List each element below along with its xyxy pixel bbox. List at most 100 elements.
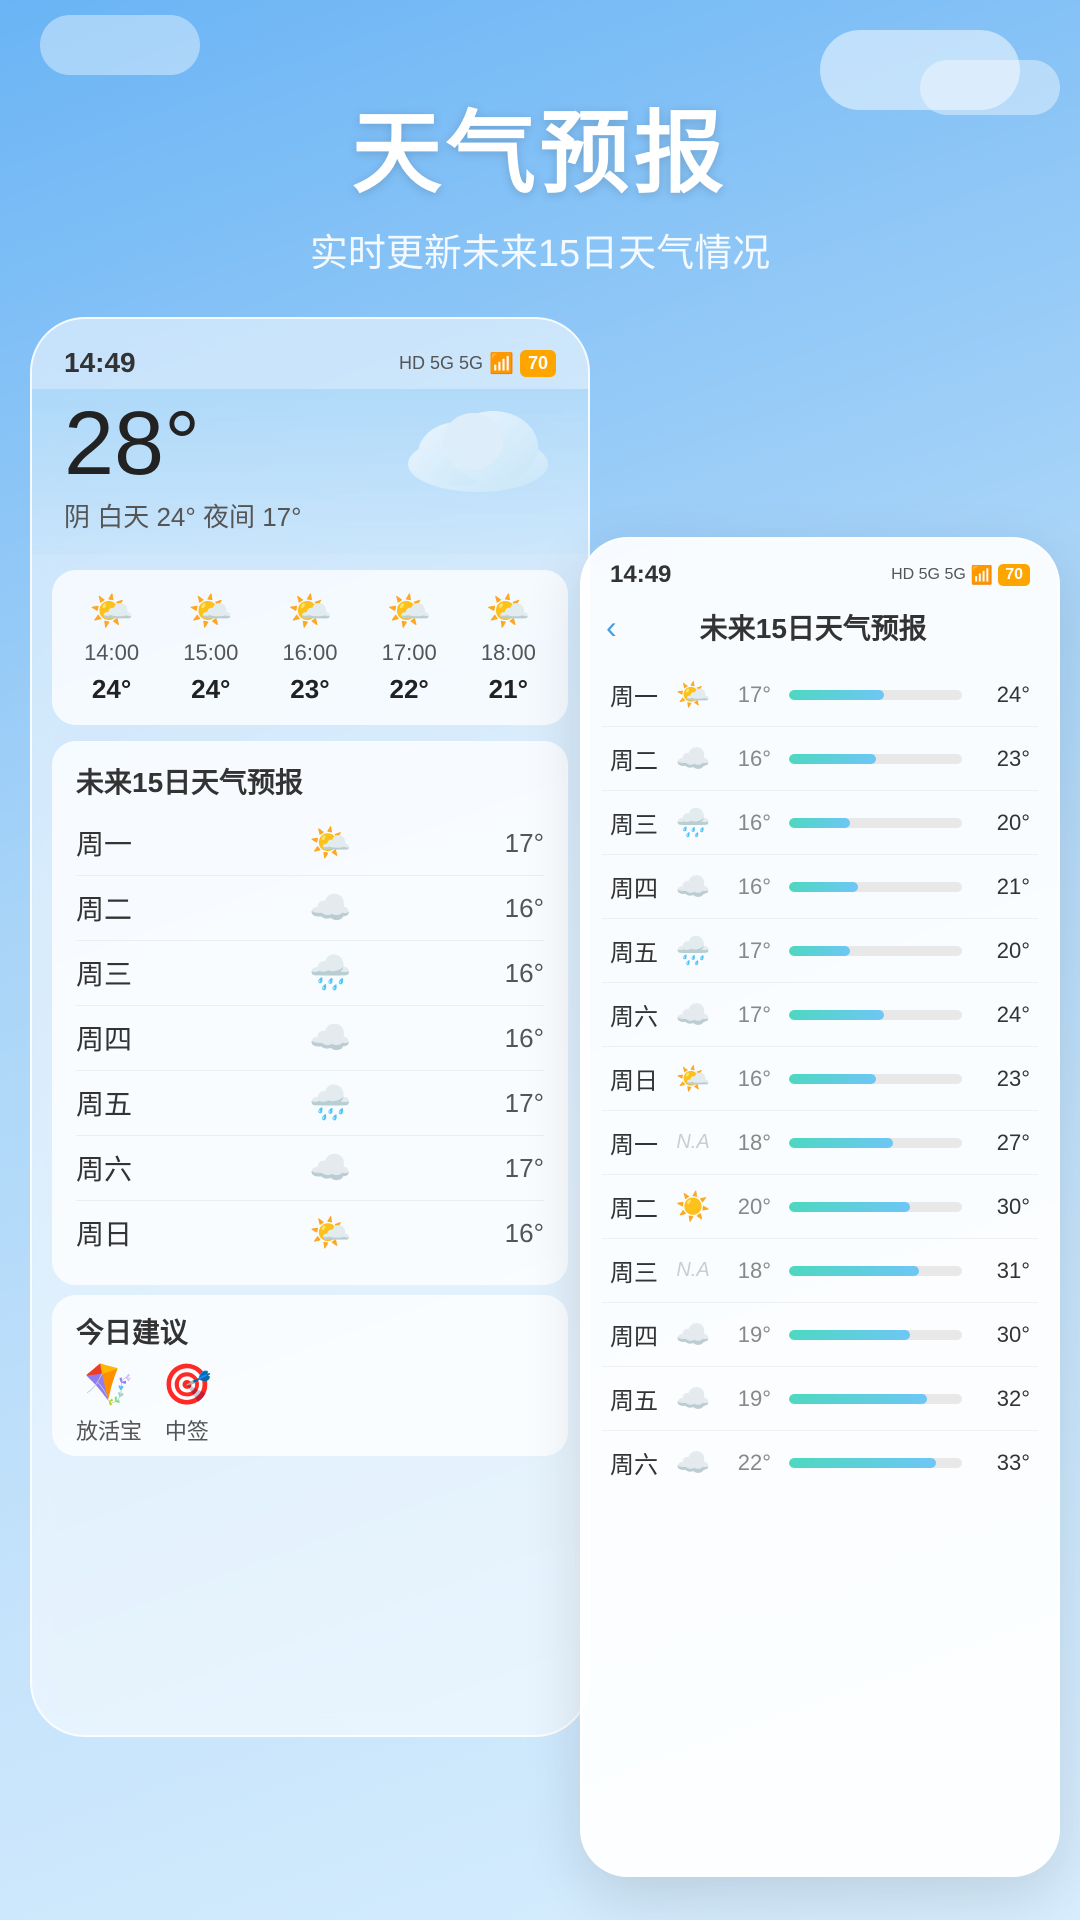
right-forecast-row-4: 周五 🌧️ 17° 20° — [602, 919, 1038, 983]
left-forecast-temp-3: 16° — [505, 1023, 544, 1054]
right-bar-11 — [789, 1394, 962, 1404]
right-bar-fill-2 — [789, 818, 850, 828]
right-icon-1: ☁️ — [673, 742, 713, 775]
left-hourly-icon-2: 🌤️ — [288, 590, 333, 632]
right-icon-10: ☁️ — [673, 1318, 713, 1351]
left-hourly-item-0: 🌤️ 14:00 24° — [84, 590, 139, 705]
right-high-1: 23° — [980, 746, 1030, 772]
right-icon-0: 🌤️ — [673, 678, 713, 711]
left-hourly-temp-4: 21° — [489, 674, 528, 705]
right-wifi-icon: 📶 — [971, 565, 993, 586]
left-forecast-temp-0: 17° — [505, 828, 544, 859]
right-na-7: N.A — [673, 1131, 713, 1154]
left-hourly-icon-4: 🌤️ — [486, 590, 531, 632]
left-status-bar: 14:49 HD 5G 5G 📶 70 — [32, 319, 588, 389]
right-icon-8: ☀️ — [673, 1190, 713, 1223]
right-bar-fill-9 — [789, 1266, 919, 1276]
right-bar-9 — [789, 1266, 962, 1276]
left-hourly-temp-3: 22° — [389, 674, 428, 705]
right-high-8: 30° — [980, 1194, 1030, 1220]
right-status-bar: 14:49 HD 5G 5G 📶 70 — [582, 539, 1058, 597]
advice-item-1: 🎯 中签 — [162, 1361, 212, 1446]
right-forecast-row-11: 周五 ☁️ 19° 32° — [602, 1367, 1038, 1431]
right-bar-fill-12 — [789, 1458, 936, 1468]
right-forecast-row-7: 周一 N.A 18° 27° — [602, 1111, 1038, 1175]
right-bar-5 — [789, 1010, 962, 1020]
left-forecast-day-2: 周三 — [76, 953, 156, 993]
right-forecast-row-0: 周一 🌤️ 17° 24° — [602, 663, 1038, 727]
right-low-0: 17° — [721, 682, 771, 708]
phones-container: 14:49 HD 5G 5G 📶 70 28° 阴 白天 24° 夜间 17° — [0, 317, 1080, 1847]
right-high-3: 21° — [980, 874, 1030, 900]
left-signal-text: HD 5G 5G — [399, 353, 483, 374]
right-bar-fill-4 — [789, 946, 850, 956]
left-forecast-row-4: 周五 🌧️ 17° — [76, 1071, 544, 1136]
left-forecast-icon-6: 🌤️ — [309, 1213, 351, 1253]
left-forecast-temp-4: 17° — [505, 1088, 544, 1119]
left-forecast-temp-5: 17° — [505, 1153, 544, 1184]
left-forecast-title: 未来15日天气预报 — [76, 761, 544, 801]
left-forecast-icon-0: 🌤️ — [309, 823, 351, 863]
right-high-7: 27° — [980, 1130, 1030, 1156]
advice-label-0: 放活宝 — [76, 1414, 142, 1446]
left-advice-items: 🪁 放活宝 🎯 中签 — [76, 1361, 544, 1446]
right-icon-3: ☁️ — [673, 870, 713, 903]
left-hourly-time-2: 16:00 — [282, 640, 337, 666]
right-forecast-row-10: 周四 ☁️ 19° 30° — [602, 1303, 1038, 1367]
right-bar-3 — [789, 882, 962, 892]
app-subtitle: 实时更新未来15日天气情况 — [0, 222, 1080, 277]
left-forecast-day-3: 周四 — [76, 1018, 156, 1058]
right-bar-12 — [789, 1458, 962, 1468]
left-forecast-row-0: 周一 🌤️ 17° — [76, 811, 544, 876]
right-low-1: 16° — [721, 746, 771, 772]
right-forecast-row-3: 周四 ☁️ 16° 21° — [602, 855, 1038, 919]
right-high-0: 24° — [980, 682, 1030, 708]
left-forecast-icon-2: 🌧️ — [309, 953, 351, 993]
left-hourly-icon-3: 🌤️ — [387, 590, 432, 632]
right-header: ‹ 未来15日天气预报 — [582, 597, 1058, 663]
right-icon-4: 🌧️ — [673, 934, 713, 967]
right-bar-fill-6 — [789, 1074, 876, 1084]
left-hourly-icon-1: 🌤️ — [188, 590, 233, 632]
left-weather-top: 28° 阴 白天 24° 夜间 17° — [32, 389, 588, 554]
right-day-8: 周二 — [610, 1189, 665, 1224]
right-day-0: 周一 — [610, 677, 665, 712]
right-high-6: 23° — [980, 1066, 1030, 1092]
left-hourly-temp-2: 23° — [290, 674, 329, 705]
right-signal-text: HD 5G 5G — [891, 566, 966, 584]
right-bar-fill-11 — [789, 1394, 927, 1404]
right-bar-0 — [789, 690, 962, 700]
left-advice-title: 今日建议 — [76, 1311, 544, 1351]
left-hourly-time-1: 15:00 — [183, 640, 238, 666]
right-low-4: 17° — [721, 938, 771, 964]
left-weather-desc: 阴 白天 24° 夜间 17° — [64, 497, 556, 534]
right-bar-10 — [789, 1330, 962, 1340]
right-bar-fill-0 — [789, 690, 884, 700]
left-forecast-row-6: 周日 🌤️ 16° — [76, 1201, 544, 1265]
right-na-9: N.A — [673, 1259, 713, 1282]
left-hourly-temp-0: 24° — [92, 674, 131, 705]
right-high-9: 31° — [980, 1258, 1030, 1284]
right-high-5: 24° — [980, 1002, 1030, 1028]
right-day-9: 周三 — [610, 1253, 665, 1288]
advice-icon-1: 🎯 — [162, 1361, 212, 1408]
right-forecast-row-6: 周日 🌤️ 16° 23° — [602, 1047, 1038, 1111]
left-hourly-strip: 🌤️ 14:00 24° 🌤️ 15:00 24° 🌤️ 16:00 23° 🌤… — [52, 570, 568, 725]
right-low-8: 20° — [721, 1194, 771, 1220]
right-high-11: 32° — [980, 1386, 1030, 1412]
right-bar-1 — [789, 754, 962, 764]
phone-right: 14:49 HD 5G 5G 📶 70 ‹ 未来15日天气预报 周一 🌤️ 17… — [580, 537, 1060, 1877]
right-status-time: 14:49 — [610, 561, 671, 589]
left-forecast-temp-2: 16° — [505, 958, 544, 989]
right-forecast-row-5: 周六 ☁️ 17° 24° — [602, 983, 1038, 1047]
right-high-2: 20° — [980, 810, 1030, 836]
right-icon-12: ☁️ — [673, 1446, 713, 1479]
back-button[interactable]: ‹ — [606, 609, 617, 646]
left-hourly-time-4: 18:00 — [481, 640, 536, 666]
right-icon-11: ☁️ — [673, 1382, 713, 1415]
left-forecast-icon-1: ☁️ — [309, 888, 351, 928]
right-forecast-row-12: 周六 ☁️ 22° 33° — [602, 1431, 1038, 1494]
right-low-2: 16° — [721, 810, 771, 836]
advice-icon-0: 🪁 — [84, 1361, 134, 1408]
left-forecast-day-0: 周一 — [76, 823, 156, 863]
